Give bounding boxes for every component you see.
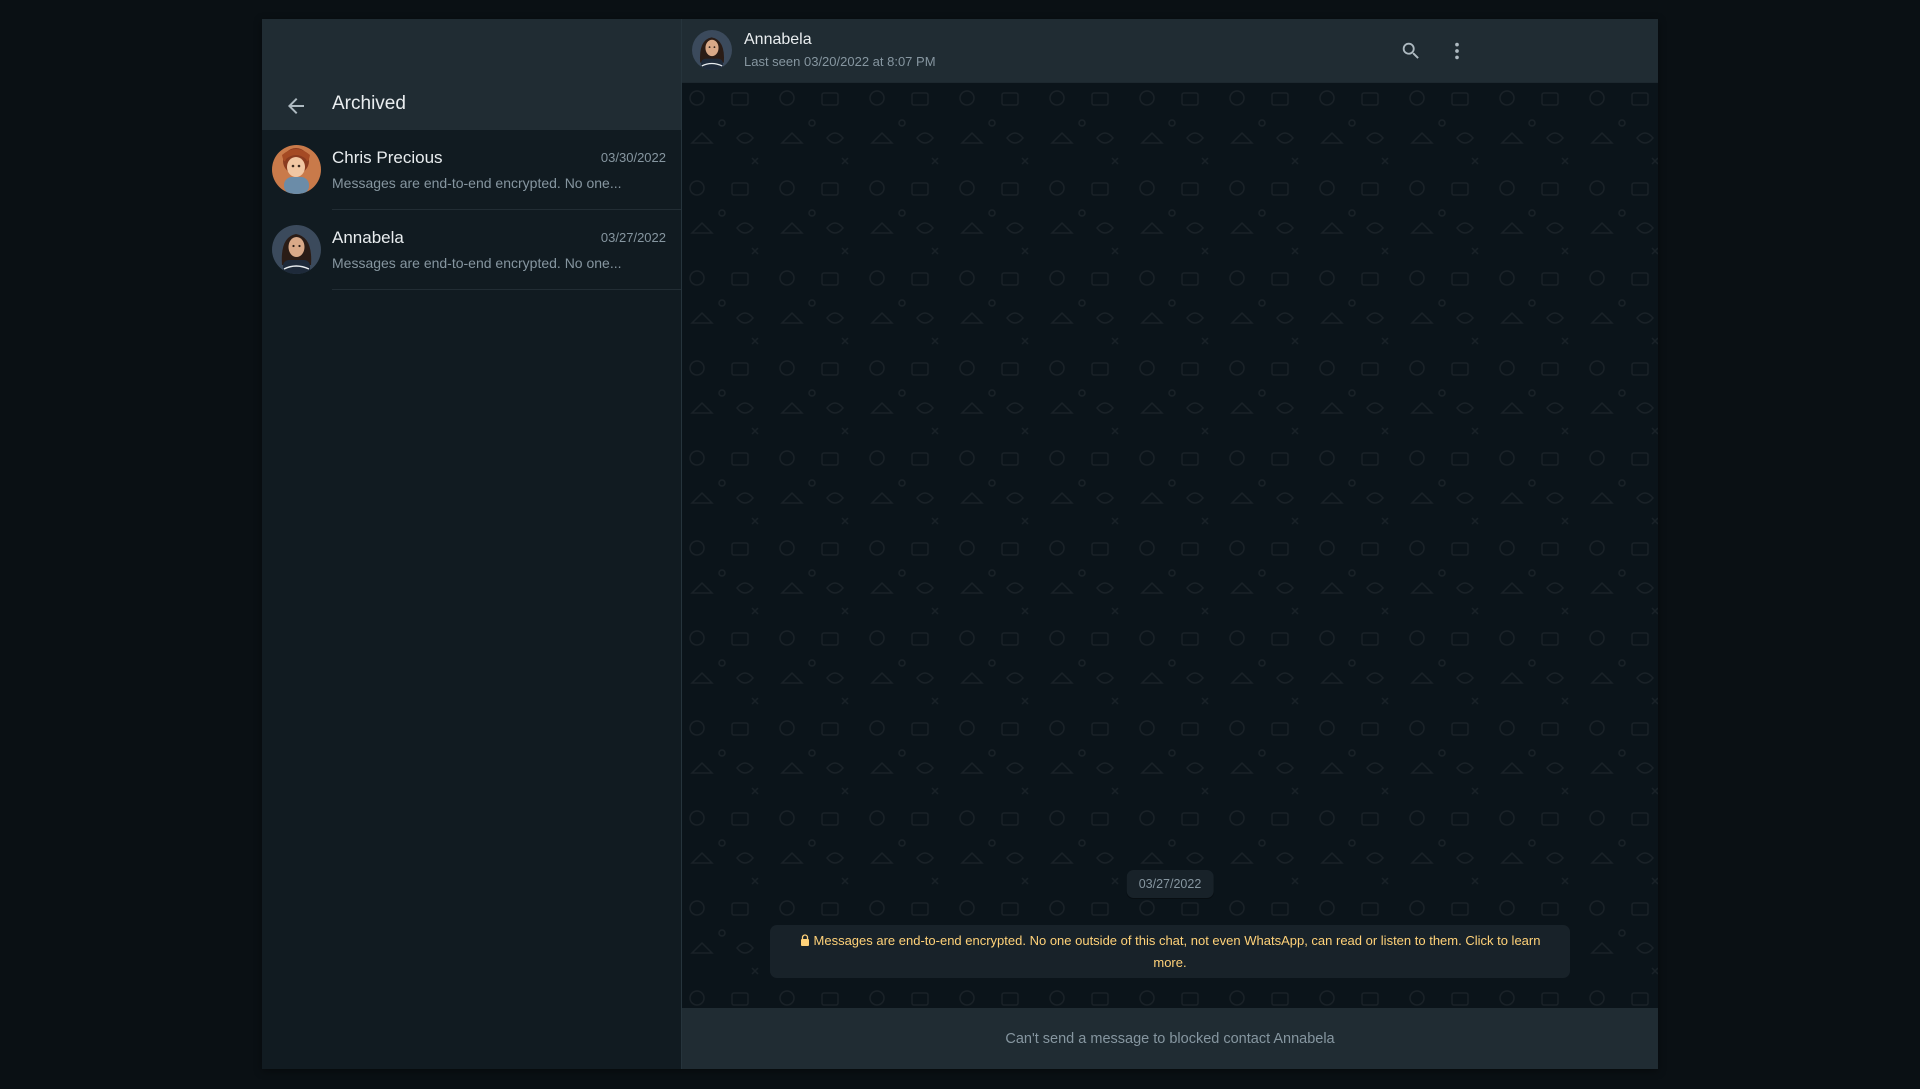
archived-header: Archived	[262, 19, 681, 130]
contact-name[interactable]: Annabela	[744, 31, 812, 49]
avatar	[272, 225, 321, 274]
last-seen-status: Last seen 03/20/2022 at 8:07 PM	[744, 54, 936, 69]
lock-icon	[800, 931, 810, 952]
chat-preview: Messages are end-to-end encrypted. No on…	[332, 175, 622, 191]
encryption-notice[interactable]: Messages are end-to-end encrypted. No on…	[770, 925, 1570, 978]
menu-dots-icon	[1455, 42, 1459, 60]
archived-panel: Archived Chris Precious 03/30/2022 Messa…	[262, 19, 682, 1069]
whatsapp-window: Archived Chris Precious 03/30/2022 Messa…	[262, 19, 1658, 1069]
chat-name: Chris Precious	[332, 148, 443, 167]
avatar	[272, 145, 321, 194]
conversation-panel: Annabela Last seen 03/20/2022 at 8:07 PM	[682, 19, 1658, 1069]
conversation-header: Annabela Last seen 03/20/2022 at 8:07 PM	[682, 19, 1658, 83]
search-button[interactable]	[1396, 36, 1426, 66]
archived-chat-list: Chris Precious 03/30/2022 Messages are e…	[262, 130, 681, 1069]
back-arrow-icon	[288, 98, 304, 114]
search-icon	[1402, 42, 1419, 59]
encryption-notice-text: Messages are end-to-end encrypted. No on…	[813, 933, 1541, 970]
chat-item-annabela[interactable]: Annabela 03/27/2022 Messages are end-to-…	[262, 210, 681, 290]
chat-item-chris-precious[interactable]: Chris Precious 03/30/2022 Messages are e…	[262, 130, 681, 210]
chat-date: 03/27/2022	[600, 230, 666, 245]
chat-name: Annabela	[332, 228, 404, 247]
chat-preview: Messages are end-to-end encrypted. No on…	[332, 255, 622, 271]
date-divider: 03/27/2022	[1126, 870, 1214, 898]
archived-title: Archived	[332, 93, 406, 114]
message-area: 03/27/2022 Messages are end-to-end encry…	[682, 83, 1658, 1008]
chat-date: 03/30/2022	[600, 150, 666, 165]
blocked-contact-footer: Can't send a message to blocked contact …	[682, 1008, 1658, 1069]
blocked-contact-text: Can't send a message to blocked contact …	[1005, 1030, 1335, 1047]
menu-button[interactable]	[1442, 36, 1472, 66]
contact-avatar[interactable]	[692, 30, 732, 70]
back-button[interactable]	[280, 90, 312, 122]
